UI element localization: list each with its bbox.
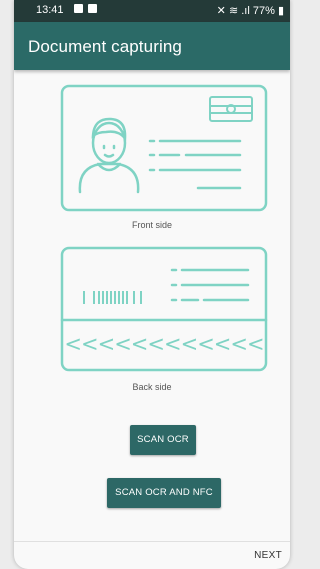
screenshot-icon	[88, 4, 97, 13]
person-icon	[78, 117, 140, 194]
back-side-caption: Back side	[132, 382, 172, 392]
mrz-text: <<<<<<<<<<<<	[64, 332, 263, 356]
phone-screen: 13:41 ✕ ≋ .ıl 77% ▮ Document capturing F…	[14, 0, 290, 569]
page-title: Document capturing	[28, 37, 182, 56]
scan-ocr-nfc-button[interactable]: SCAN OCR AND NFC	[107, 478, 221, 508]
front-side-caption: Front side	[131, 220, 173, 230]
back-card-illustration[interactable]: <<<<<<<<<<<<	[14, 246, 290, 374]
status-bar: 13:41 ✕ ≋ .ıl 77% ▮	[14, 0, 290, 22]
scan-ocr-button[interactable]: SCAN OCR	[130, 425, 196, 455]
signal-icon: ✕ ≋ .ıl	[216, 5, 250, 17]
front-card-illustration[interactable]	[14, 84, 290, 214]
chip-icon	[209, 96, 253, 122]
notification-icons	[74, 4, 104, 16]
app-bar: Document capturing	[14, 22, 290, 70]
footer-divider	[14, 541, 290, 542]
next-button[interactable]: NEXT	[254, 550, 282, 561]
back-text-lines	[170, 268, 250, 302]
battery-icon: ▮	[277, 5, 284, 17]
barcode-icon	[83, 291, 142, 304]
status-time: 13:41	[36, 4, 64, 16]
front-text-lines	[148, 139, 242, 190]
battery-percent: 77%	[252, 5, 275, 17]
status-right: ✕ ≋ .ıl 77% ▮	[217, 4, 284, 17]
notification-icon	[74, 4, 83, 13]
